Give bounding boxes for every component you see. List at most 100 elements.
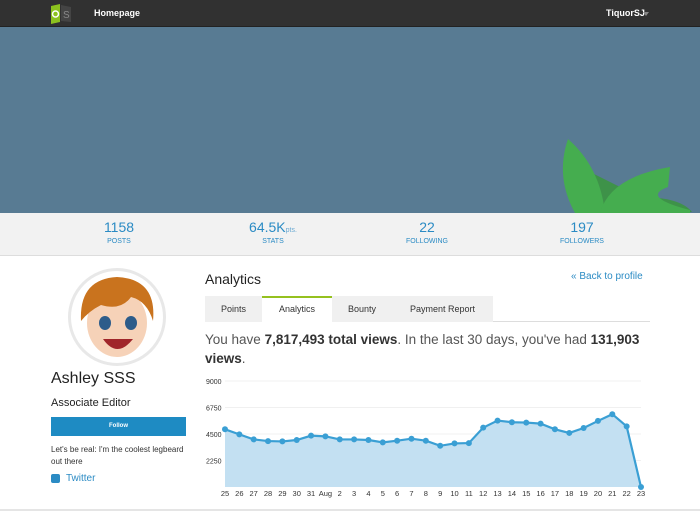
y-tick-label: 9000 <box>206 379 222 386</box>
stat-value: 22 <box>419 219 435 235</box>
x-tick-label: 20 <box>594 489 602 498</box>
profile-bio: Let's be real: I'm the coolest legbeard … <box>51 445 184 466</box>
twitter-icon <box>51 474 60 483</box>
data-point <box>422 437 429 444</box>
data-point <box>465 440 472 447</box>
x-tick-label: 16 <box>536 489 544 498</box>
views-text: . In the last 30 days, you've had <box>397 332 591 347</box>
profile-name: Ashley SSS <box>51 370 136 387</box>
data-point <box>451 440 458 447</box>
x-tick-label: 5 <box>381 489 385 498</box>
x-tick-label: 23 <box>637 489 645 498</box>
data-point <box>408 435 415 442</box>
stat-label: POSTS <box>107 238 131 245</box>
x-tick-label: 10 <box>450 489 458 498</box>
data-point <box>236 431 243 438</box>
stat-followers[interactable]: 197 FOLLOWERS <box>522 219 642 245</box>
homepage-link[interactable]: Homepage <box>94 8 140 18</box>
x-tick-label: 21 <box>608 489 616 498</box>
data-point <box>379 439 386 446</box>
x-tick-label: 4 <box>366 489 370 498</box>
tab-bar: Points Analytics Bounty Payment Report <box>205 296 650 322</box>
x-tick-label: 14 <box>508 489 516 498</box>
data-point <box>279 438 286 445</box>
x-tick-label: 2 <box>338 489 342 498</box>
stat-unit: pts. <box>285 227 297 234</box>
x-tick-label: 22 <box>622 489 630 498</box>
data-point <box>351 436 358 443</box>
cs-logo-icon[interactable]: S <box>51 4 73 24</box>
data-point <box>623 423 630 430</box>
data-point <box>336 436 343 443</box>
stat-value: 1158 <box>103 219 135 235</box>
stats-bar: 1158 POSTS 64.5Kpts. STATS 22 FOLLOWING 197… <box>0 213 700 256</box>
data-point <box>250 436 257 443</box>
x-tick-label: 28 <box>264 489 272 498</box>
x-tick-label: 9 <box>438 489 442 498</box>
stat-label: FOLLOWING <box>405 238 448 245</box>
data-point <box>551 426 558 433</box>
x-tick-label: Aug <box>319 489 332 498</box>
data-point <box>480 424 487 431</box>
data-point <box>494 417 501 424</box>
tab-payment-report[interactable]: Payment Report <box>392 296 493 322</box>
chevron-down-icon[interactable] <box>643 12 649 16</box>
data-point <box>508 419 515 426</box>
y-tick-label: 4500 <box>206 432 222 439</box>
svg-text:S: S <box>63 10 70 21</box>
user-menu[interactable]: TiquorSJ <box>606 8 645 18</box>
leaf-decoration-icon <box>562 139 692 213</box>
data-point <box>609 411 616 418</box>
stat-following[interactable]: 22 FOLLOWING <box>367 219 487 245</box>
data-point <box>580 424 587 431</box>
x-tick-label: 12 <box>479 489 487 498</box>
data-point <box>293 437 300 444</box>
total-views: 7,817,493 total views <box>264 332 398 347</box>
y-tick-label: 6750 <box>206 406 222 413</box>
stat-points[interactable]: 64.5Kpts. STATS <box>213 219 333 245</box>
tab-bounty[interactable]: Bounty <box>332 296 392 322</box>
x-tick-label: 15 <box>522 489 530 498</box>
views-text: You have <box>205 332 265 347</box>
tab-points[interactable]: Points <box>205 296 262 322</box>
twitter-link[interactable]: Twitter <box>51 473 95 484</box>
data-point <box>222 426 228 433</box>
stat-posts[interactable]: 1158 POSTS <box>59 219 179 245</box>
x-tick-label: 25 <box>221 489 229 498</box>
x-tick-label: 31 <box>307 489 315 498</box>
back-to-profile-link[interactable]: « Back to profile <box>571 271 643 282</box>
data-point <box>365 437 372 444</box>
area-fill <box>225 414 641 487</box>
stat-value: 197 <box>570 219 594 235</box>
views-text: . <box>241 351 246 366</box>
x-tick-label: 30 <box>293 489 301 498</box>
profile-role: Associate Editor <box>51 397 131 409</box>
stat-value: 64.5K <box>249 219 286 235</box>
data-point <box>265 438 272 445</box>
x-tick-label: 17 <box>551 489 559 498</box>
data-point <box>308 432 315 439</box>
x-tick-label: 29 <box>278 489 286 498</box>
top-navbar: S Homepage TiquorSJ <box>0 0 700 27</box>
x-tick-label: 3 <box>352 489 356 498</box>
x-tick-label: 6 <box>395 489 399 498</box>
page-title: Analytics <box>205 271 262 287</box>
x-tick-label: 27 <box>250 489 258 498</box>
profile-banner <box>0 27 700 213</box>
views-chart: 225045006750900025 26 27 28 29 30 31 Aug 2 3 4 5 6 7 8… <box>206 379 645 498</box>
x-tick-label: 18 <box>565 489 573 498</box>
x-tick-label: 11 <box>465 489 473 498</box>
x-tick-label: 8 <box>424 489 428 498</box>
stat-label: FOLLOWERS <box>560 238 604 245</box>
follow-button[interactable]: Follow <box>51 417 186 436</box>
data-point <box>566 429 573 436</box>
views-summary: You have 7,817,493 total views. In the l… <box>205 330 645 368</box>
y-tick-label: 2250 <box>206 459 222 466</box>
tab-analytics[interactable]: Analytics <box>262 296 332 322</box>
data-point <box>437 442 444 449</box>
stat-label: STATS <box>262 238 284 245</box>
x-tick-label: 19 <box>579 489 587 498</box>
data-point <box>594 417 601 424</box>
x-tick-label: 26 <box>235 489 243 498</box>
avatar <box>68 268 166 366</box>
